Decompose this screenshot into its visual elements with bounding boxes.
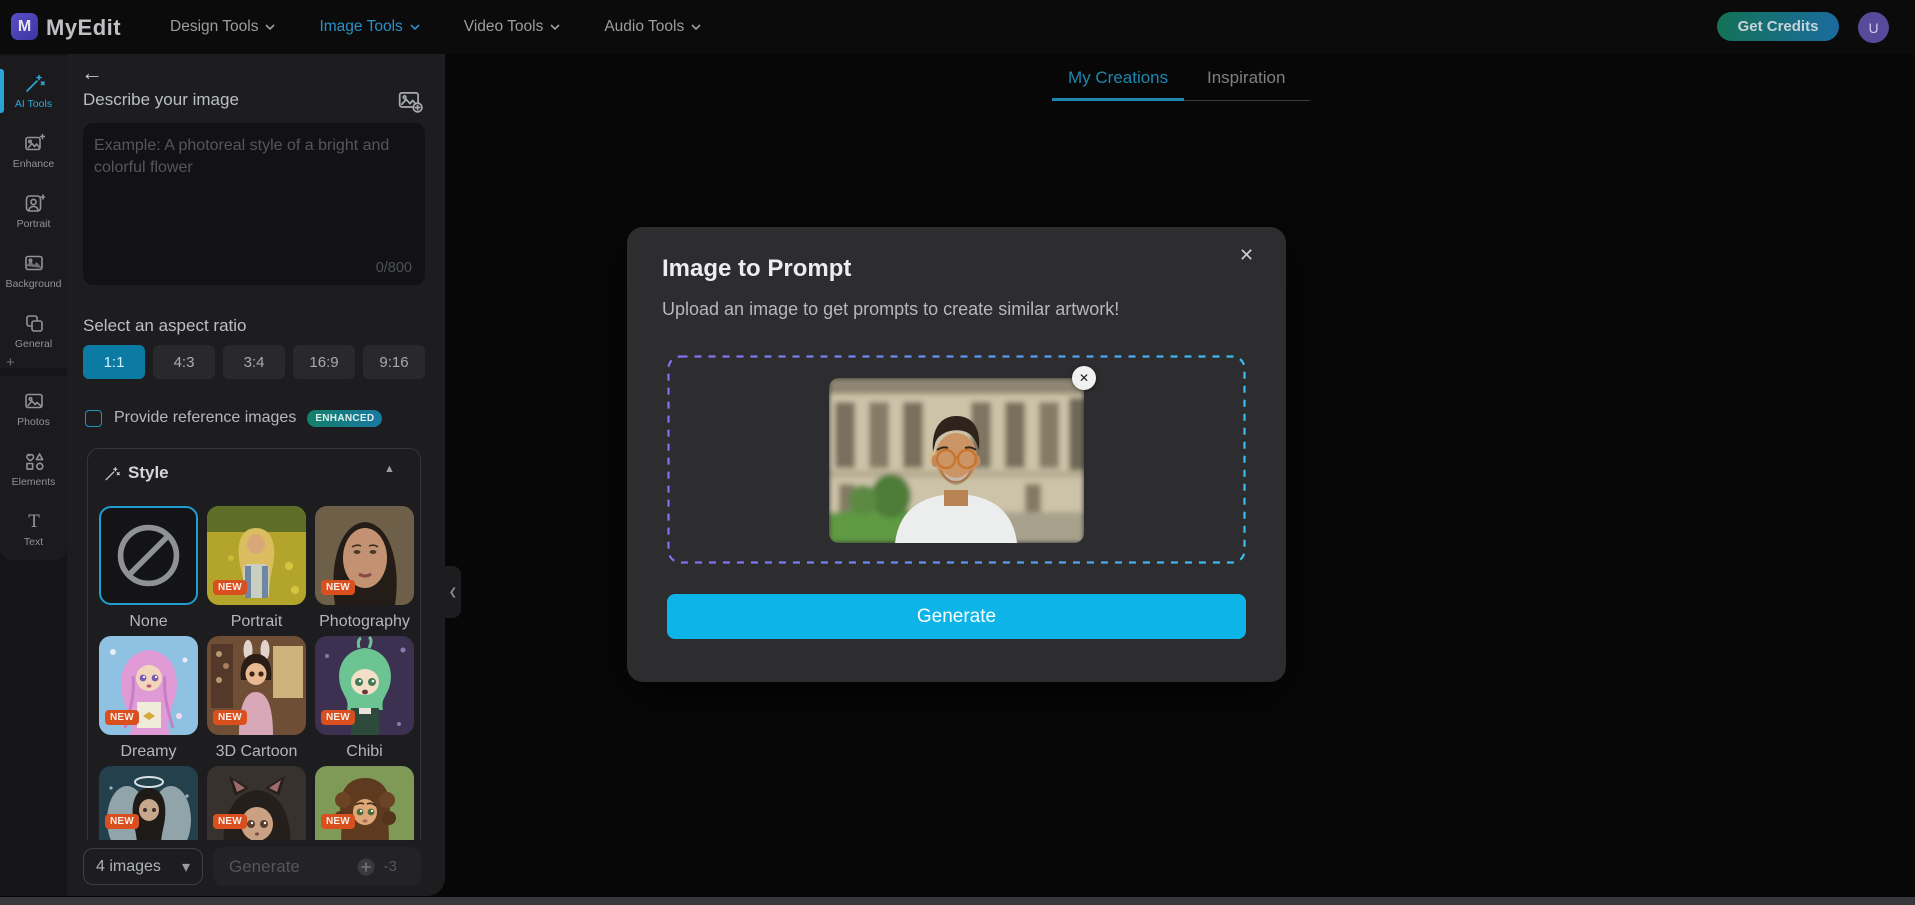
tab-my-creations[interactable]: My Creations: [1068, 68, 1168, 88]
tool-rail: + AI Tools Enhance Portrait Background G…: [0, 54, 67, 896]
chevron-left-icon: ❮: [448, 586, 458, 598]
image-sparkle-icon: [24, 133, 45, 151]
prompt-panel: ← Describe your image 0/800 Select an as…: [67, 54, 445, 896]
enhanced-badge: ENHANCED: [307, 409, 383, 427]
layers-icon: [25, 315, 43, 332]
ratio-3-4[interactable]: 3:4: [223, 345, 285, 379]
reference-checkbox[interactable]: [85, 409, 102, 427]
panel-collapse-handle[interactable]: ❮: [445, 566, 461, 618]
sidebar-item-photos[interactable]: Photos: [0, 380, 67, 438]
sidebar-item-portrait[interactable]: Portrait: [0, 182, 67, 240]
shapes-icon: [25, 453, 44, 471]
style-option-portrait[interactable]: NEW Portrait: [207, 506, 306, 631]
reference-images-row: Provide reference images ENHANCED: [85, 409, 383, 427]
svg-text:T: T: [28, 512, 40, 532]
tab-active-indicator: [1052, 98, 1184, 101]
generate-button-disabled[interactable]: Generate -3: [213, 847, 421, 886]
brand-title[interactable]: MyEdit: [46, 15, 121, 41]
style-option-none[interactable]: None: [99, 506, 198, 631]
footer-edge: [0, 897, 1915, 905]
panel-title: Describe your image: [83, 90, 239, 109]
main-nav: Design Tools Image Tools Video Tools Aud…: [170, 0, 701, 54]
none-icon: [117, 524, 180, 587]
remove-x-icon: ✕: [1078, 371, 1090, 385]
new-badge: NEW: [321, 814, 355, 829]
credit-cost: -3: [383, 858, 397, 875]
remove-image-button[interactable]: ✕: [1072, 366, 1096, 390]
modal-title: Image to Prompt: [662, 255, 852, 282]
image-count-dropdown[interactable]: 4 images ▾: [83, 848, 203, 885]
style-option-3d-cartoon[interactable]: NEW 3D Cartoon: [207, 636, 306, 761]
back-arrow-icon[interactable]: ←: [81, 60, 103, 86]
new-badge: NEW: [105, 710, 139, 725]
text-icon: T: [28, 512, 40, 532]
new-badge: NEW: [105, 814, 139, 829]
chevron-down-icon: [265, 23, 276, 30]
aspect-ratio-label: Select an aspect ratio: [83, 316, 247, 335]
prompt-textarea[interactable]: [83, 123, 425, 253]
uploaded-image: [829, 378, 1084, 543]
style-option-photography[interactable]: NEW Photography: [315, 506, 414, 631]
style-option-dreamy[interactable]: NEW Dreamy: [99, 636, 198, 761]
modal-subtitle: Upload an image to get prompts to create…: [662, 299, 1120, 319]
panel-action-bar: 4 images ▾ Generate -3: [67, 840, 445, 896]
new-badge: NEW: [213, 580, 247, 595]
nav-design-tools[interactable]: Design Tools: [170, 18, 276, 36]
myedit-logo-icon: M: [11, 13, 38, 40]
chevron-down-icon: [550, 23, 560, 30]
image-to-prompt-modal: ✕ Image to Prompt Upload an image to get…: [627, 227, 1286, 682]
collapse-up-icon[interactable]: ▲: [384, 463, 395, 475]
caret-down-icon: ▾: [181, 858, 190, 876]
portrait-frame-icon: [25, 194, 45, 212]
new-badge: NEW: [213, 814, 247, 829]
user-avatar[interactable]: U: [1858, 12, 1889, 43]
new-badge: NEW: [321, 580, 355, 595]
nav-image-tools[interactable]: Image Tools: [319, 18, 420, 36]
ratio-1-1[interactable]: 1:1: [83, 345, 145, 379]
aspect-ratio-group: 1:1 4:3 3:4 16:9 9:16: [83, 345, 425, 379]
close-icon[interactable]: ✕: [1239, 245, 1254, 266]
style-option-chibi[interactable]: NEW Chibi: [315, 636, 414, 761]
sidebar-item-text[interactable]: T Text: [0, 500, 67, 558]
magic-wand-icon: [105, 467, 120, 481]
image-add-icon[interactable]: [397, 88, 423, 114]
sidebar-item-enhance[interactable]: Enhance: [0, 122, 67, 180]
upload-dropzone[interactable]: ✕: [667, 355, 1246, 564]
modal-generate-button[interactable]: Generate: [667, 594, 1246, 639]
chevron-down-icon: [410, 23, 420, 30]
nav-audio-tools[interactable]: Audio Tools: [604, 18, 701, 36]
style-section: Style ▲ None NEW Portrait NEW Photograph…: [87, 448, 421, 896]
get-credits-button[interactable]: Get Credits: [1717, 12, 1839, 41]
tab-inspiration[interactable]: Inspiration: [1207, 68, 1285, 88]
top-navbar: M MyEdit Design Tools Image Tools Video …: [0, 0, 1915, 54]
char-counter: 0/800: [375, 260, 412, 276]
ratio-9-16[interactable]: 9:16: [363, 345, 425, 379]
reference-label: Provide reference images: [114, 409, 297, 426]
background-image-icon: [24, 255, 43, 271]
ratio-16-9[interactable]: 16:9: [293, 345, 355, 379]
style-title: Style: [128, 463, 169, 482]
sidebar-item-elements[interactable]: Elements: [0, 440, 67, 498]
sidebar-item-background[interactable]: Background: [0, 242, 67, 300]
prompt-input-box: 0/800: [83, 123, 425, 285]
new-badge: NEW: [213, 710, 247, 725]
photo-icon: [24, 393, 43, 409]
sidebar-item-general[interactable]: General: [0, 302, 67, 360]
chevron-down-icon: [691, 23, 701, 30]
nav-video-tools[interactable]: Video Tools: [464, 18, 561, 36]
ratio-4-3[interactable]: 4:3: [153, 345, 215, 379]
credit-coin-icon: [357, 858, 375, 875]
sidebar-item-ai-tools[interactable]: AI Tools: [0, 62, 67, 120]
new-badge: NEW: [321, 710, 355, 725]
magic-wand-icon: [25, 74, 45, 92]
